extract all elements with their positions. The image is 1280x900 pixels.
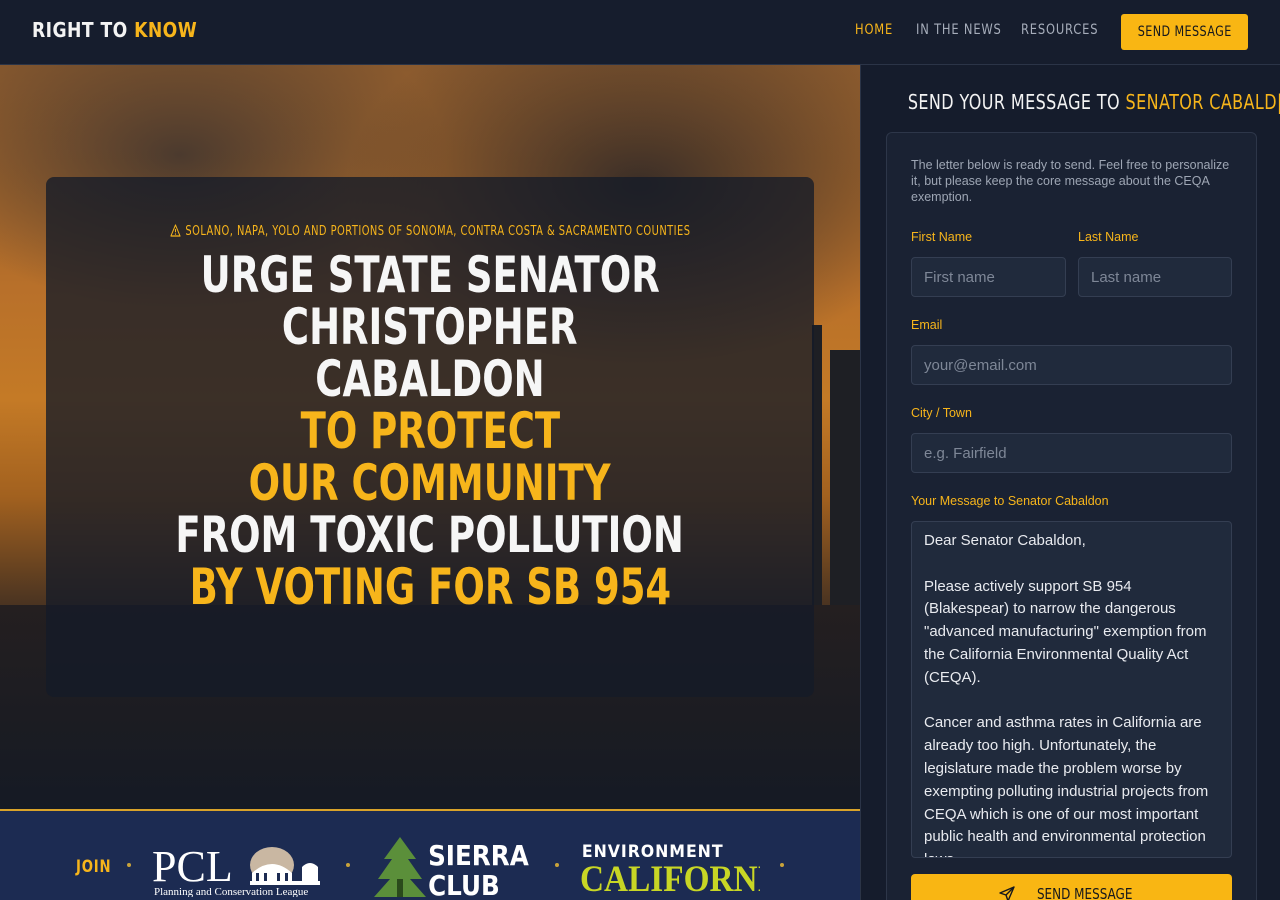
separator-dot bbox=[346, 863, 350, 867]
environment-california-logo-text: CALIFORNIA bbox=[580, 858, 760, 897]
nav-in-the-news-link[interactable]: IN THE NEWS bbox=[916, 22, 1002, 38]
headline-line: CABALDON bbox=[315, 350, 545, 408]
environment-california-logo[interactable]: ENVIRONMENT CALIFORNIA bbox=[580, 841, 795, 899]
city-field[interactable] bbox=[911, 433, 1232, 473]
environment-california-logo-graphic: ENVIRONMENT CALIFORNIA bbox=[580, 841, 795, 899]
headline-line: URGE STATE SENATOR bbox=[200, 246, 660, 304]
warning-triangle-icon bbox=[170, 224, 181, 237]
city-label: City / Town bbox=[911, 406, 972, 420]
join-label: JOIN bbox=[76, 857, 112, 877]
pcl-logo-text: PCL bbox=[152, 842, 233, 891]
pcl-logo-graphic: PCL Planning and Conservation League bbox=[152, 842, 320, 898]
first-name-input[interactable] bbox=[924, 258, 1053, 296]
partners-bar: JOIN PCL Planning and Conservation Leagu… bbox=[0, 809, 860, 900]
panel-title-part1: SEND YOUR MESSAGE TO bbox=[907, 90, 1121, 114]
header-send-message-label: SEND MESSAGE bbox=[1137, 24, 1232, 40]
nav-home-link[interactable]: HOME bbox=[855, 22, 893, 38]
first-name-field[interactable] bbox=[911, 257, 1066, 297]
brand-text-part2: KNOW bbox=[134, 18, 198, 42]
region-label: SOLANO, NAPA, YOLO AND PORTIONS OF SONOM… bbox=[46, 224, 814, 239]
nav-resources-link[interactable]: RESOURCES bbox=[1021, 22, 1098, 38]
headline-line: OUR COMMUNITY bbox=[249, 454, 611, 512]
message-paragraph: Cancer and asthma rates in California ar… bbox=[924, 714, 1209, 857]
form-intro-text: The letter below is ready to send. Feel … bbox=[911, 158, 1230, 204]
message-textarea[interactable]: Dear Senator Cabaldon, Please actively s… bbox=[911, 521, 1232, 858]
last-name-input[interactable] bbox=[1091, 258, 1219, 296]
panel-title: SEND YOUR MESSAGE TO SENATOR CABALD| bbox=[861, 90, 1280, 114]
first-name-label: First Name bbox=[911, 230, 973, 244]
hero-section: SOLANO, NAPA, YOLO AND PORTIONS OF SONOM… bbox=[0, 65, 860, 809]
panel-title-part2: SENATOR CABALD| bbox=[1125, 90, 1280, 114]
separator-dot bbox=[780, 863, 784, 867]
headline-line: TO PROTECT bbox=[300, 402, 560, 460]
headline-line: CHRISTOPHER bbox=[282, 298, 578, 356]
message-label: Your Message to Senator Cabaldon bbox=[911, 494, 1109, 508]
send-message-button[interactable]: SEND MESSAGE bbox=[911, 874, 1232, 900]
separator-dot bbox=[555, 863, 559, 867]
region-text: SOLANO, NAPA, YOLO AND PORTIONS OF SONOM… bbox=[185, 224, 691, 239]
message-greeting: Dear Senator Cabaldon, bbox=[924, 532, 1086, 549]
paper-plane-icon bbox=[999, 886, 1015, 900]
separator-dot bbox=[127, 863, 131, 867]
email-input[interactable] bbox=[924, 346, 1219, 384]
sierra-club-logo-graphic: SIERRA CLUB bbox=[374, 837, 529, 900]
sierra-club-logo[interactable]: SIERRA CLUB bbox=[370, 835, 536, 900]
message-panel: SEND YOUR MESSAGE TO SENATOR CABALD| The… bbox=[860, 65, 1280, 900]
sierra-club-logo-text: CLUB bbox=[428, 871, 500, 899]
hero-card: SOLANO, NAPA, YOLO AND PORTIONS OF SONOM… bbox=[46, 177, 814, 697]
city-input[interactable] bbox=[924, 434, 1219, 472]
last-name-label: Last Name bbox=[1078, 230, 1139, 244]
sierra-club-logo-text: SIERRA bbox=[428, 841, 529, 873]
message-paragraph: Please actively support SB 954 (Blakespe… bbox=[924, 577, 1207, 686]
message-form: The letter below is ready to send. Feel … bbox=[886, 132, 1257, 900]
email-label: Email bbox=[911, 318, 943, 332]
email-field[interactable] bbox=[911, 345, 1232, 385]
headline-line: FROM TOXIC POLLUTION bbox=[175, 506, 685, 564]
pcl-logo[interactable]: PCL Planning and Conservation League bbox=[152, 837, 324, 898]
top-navigation-bar: RIGHT TO KNOW HOME IN THE NEWS RESOURCES… bbox=[0, 0, 1280, 65]
send-message-label: SEND MESSAGE bbox=[1036, 885, 1133, 900]
headline-line: BY VOTING FOR SB 954 bbox=[189, 558, 671, 616]
hero-headline: URGE STATE SENATOR CHRISTOPHER CABALDON … bbox=[46, 249, 814, 613]
brand-text-part1: RIGHT TO bbox=[32, 18, 128, 42]
brand-logo[interactable]: RIGHT TO KNOW bbox=[32, 18, 197, 42]
last-name-field[interactable] bbox=[1078, 257, 1232, 297]
header-send-message-button[interactable]: SEND MESSAGE bbox=[1121, 14, 1248, 50]
pcl-logo-tagline: Planning and Conservation League bbox=[154, 886, 308, 897]
